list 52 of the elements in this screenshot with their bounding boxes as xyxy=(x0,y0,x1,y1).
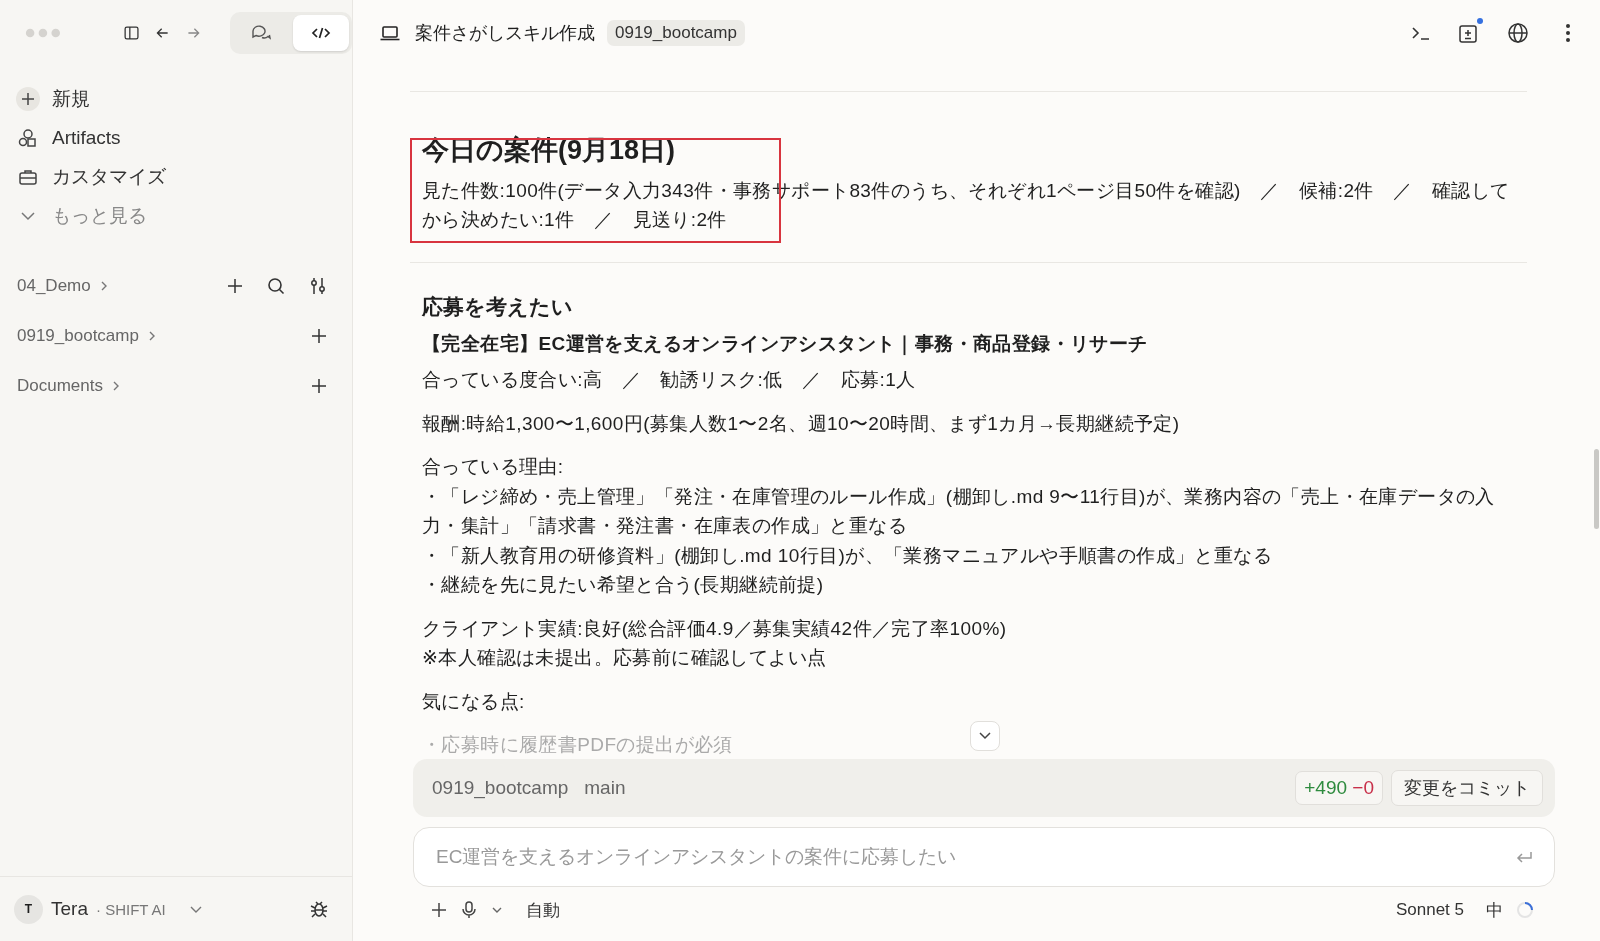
body-text: 報酬:時給1,300〜1,600円(募集人数1〜2名、週10〜20時間、まず1カ月→長期継続予定) xyxy=(422,411,1181,436)
search-icon[interactable] xyxy=(266,276,286,296)
body-text: ・継続を先に見たい希望と合う(長期継続前提) xyxy=(422,573,825,597)
body-text: ・応募時に履歴書PDFの提出が必須 xyxy=(422,733,733,757)
nav-item[interactable]: 新規 xyxy=(16,79,336,118)
loading-spinner-icon xyxy=(1515,900,1535,920)
mode-selector[interactable]: 自動 xyxy=(526,898,560,922)
section-heading: 応募を考えたい xyxy=(422,294,574,320)
body-text: 合っている度合い:高 ／ 勧誘リスク:低 ／ 応募:1人 xyxy=(422,368,917,392)
nav-item[interactable]: カスタマイズ xyxy=(16,157,336,196)
chevron-down-icon xyxy=(978,731,992,741)
microphone-icon[interactable] xyxy=(460,900,478,920)
model-selector[interactable]: Sonnet 5 xyxy=(1395,900,1464,920)
plus-icon[interactable] xyxy=(310,377,328,395)
effort-selector[interactable]: 中 xyxy=(1486,898,1503,922)
enter-icon[interactable] xyxy=(1514,849,1534,865)
body-text: 合っている理由: xyxy=(422,455,565,479)
code-view-button[interactable] xyxy=(293,15,349,51)
job-title: 【完全在宅】EC運営を支えるオンラインアシスタント｜事務・商品登録・リサーチ xyxy=(422,332,1149,357)
nav-item[interactable]: Artifacts xyxy=(16,118,336,157)
repository-name: 0919_bootcamp xyxy=(432,777,569,799)
body-text: 気になる点: xyxy=(422,689,526,714)
project-link[interactable]: 0919_bootcamp xyxy=(17,326,139,346)
more-icon[interactable] xyxy=(1564,22,1572,44)
body-text: ・「新人教育用の研修資料」(棚卸し.md 10行目)が、「業務マニュアルや手順書の作成」と重なる xyxy=(422,543,1273,568)
body-text: ・「レジ締め・売上管理」「発注・在庫管理のルール作成」(棚卸し.md 9〜11行目)が、業務内容の「売上・在庫データの入力・集計」「請求書・発注書・在庫表の作成」と重なる xyxy=(422,484,1496,538)
diff-stats[interactable]: +490 −0 xyxy=(1295,771,1383,805)
bug-icon[interactable] xyxy=(308,898,330,920)
body-text: クライアント実績:良好(総合評価4.9／募集実績42件／完了率100%) xyxy=(422,616,1008,641)
plus-icon[interactable] xyxy=(430,901,448,919)
scroll-down-button[interactable] xyxy=(970,721,1000,751)
globe-icon[interactable] xyxy=(1506,21,1530,45)
message-field[interactable]: EC運営を支えるオンラインアシスタントの案件に応募したい xyxy=(413,827,1555,887)
chat-title[interactable]: 案件さがしスキル作成 xyxy=(415,21,595,45)
organization-name: · SHIFT AI xyxy=(95,900,166,918)
plus-icon[interactable] xyxy=(226,277,244,295)
commit-button[interactable]: 変更をコミット xyxy=(1391,770,1543,806)
body-text: ※本人確認は未提出。応募前に確認してよい点 xyxy=(422,646,828,670)
message-input[interactable]: EC運営を支えるオンラインアシスタントの案件に応募したい xyxy=(434,845,1514,869)
project-badge[interactable]: 0919_bootcamp xyxy=(607,20,745,46)
plus-icon[interactable] xyxy=(310,327,328,345)
sidebar-toggle-icon[interactable] xyxy=(122,23,140,43)
user-avatar[interactable]: T xyxy=(14,894,43,924)
project-link[interactable]: Documents xyxy=(17,376,103,396)
branch-name[interactable]: main xyxy=(584,777,626,799)
laptop-icon xyxy=(379,23,401,43)
user-name[interactable]: Tera xyxy=(51,898,88,920)
filter-icon[interactable] xyxy=(308,276,328,296)
plus-icon xyxy=(16,86,40,111)
scrollbar-thumb[interactable] xyxy=(1594,449,1599,529)
chevron-right-icon[interactable] xyxy=(111,380,121,392)
project-link[interactable]: 04_Demo xyxy=(17,276,91,296)
